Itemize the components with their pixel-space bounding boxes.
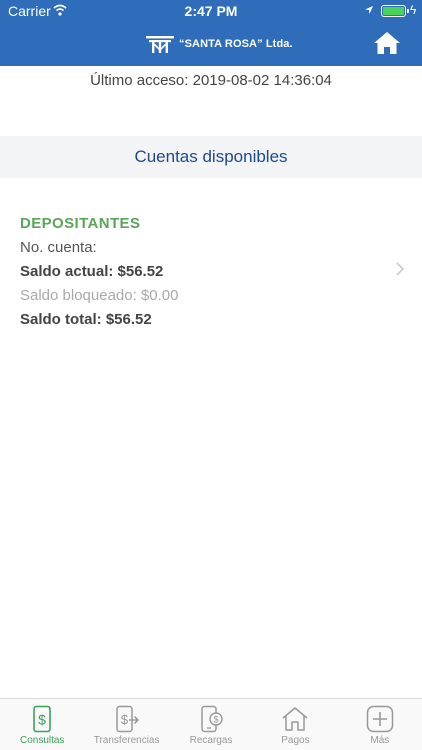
tab-pagos[interactable]: Pagos — [253, 699, 337, 750]
account-card[interactable]: DEPOSITANTES No. cuenta: Saldo actual: $… — [20, 212, 410, 332]
battery-tip — [407, 9, 409, 13]
tab-label: Consultas — [19, 735, 65, 746]
transfer-icon: $ — [115, 705, 139, 733]
tab-label: Pagos — [281, 735, 310, 746]
tab-bar: $ Consultas $ Transferencias $ Recargas … — [0, 698, 422, 750]
last-access: Último acceso: 2019-08-02 14:36:04 — [90, 72, 332, 89]
tab-mas[interactable]: Más — [338, 699, 422, 750]
svg-text:$: $ — [38, 712, 46, 728]
svg-text:$: $ — [120, 712, 128, 727]
house-payment-icon — [282, 707, 308, 731]
coop-logo-icon — [146, 36, 174, 53]
svg-text:$: $ — [214, 715, 219, 725]
brand-name: “SANTA ROSA” Ltda. — [179, 38, 293, 50]
battery-icon — [381, 5, 406, 17]
charging-icon: ϟ — [410, 3, 417, 17]
app-header: Carrier 2:47 PM ϟ “SANTA ROSA” Ltda. — [0, 0, 422, 66]
status-bar: Carrier 2:47 PM ϟ — [0, 0, 422, 22]
section-title: Cuentas disponibles — [134, 147, 288, 166]
dollar-phone-icon: $ — [33, 705, 52, 733]
plus-icon — [366, 705, 394, 733]
tab-recargas[interactable]: $ Recargas — [169, 699, 253, 750]
section-header: Cuentas disponibles — [0, 136, 422, 178]
current-balance: Saldo actual: $56.52 — [20, 263, 164, 280]
tab-transferencias[interactable]: $ Transferencias — [84, 699, 168, 750]
account-type: DEPOSITANTES — [20, 215, 141, 232]
account-number: No. cuenta: — [20, 239, 97, 256]
tab-label: Transferencias — [93, 735, 160, 746]
home-icon[interactable] — [372, 30, 402, 56]
tab-label: Más — [370, 735, 390, 746]
tab-consultas[interactable]: $ Consultas — [0, 699, 84, 750]
mobile-recharge-icon: $ — [201, 705, 223, 733]
brand: “SANTA ROSA” Ltda. — [146, 34, 293, 54]
tab-label: Recargas — [189, 735, 233, 746]
blocked-balance: Saldo bloqueado: $0.00 — [20, 287, 179, 304]
chevron-right-icon — [396, 262, 404, 276]
location-arrow-icon — [365, 6, 373, 14]
total-balance: Saldo total: $56.52 — [20, 311, 152, 328]
status-time: 2:47 PM — [184, 3, 238, 19]
